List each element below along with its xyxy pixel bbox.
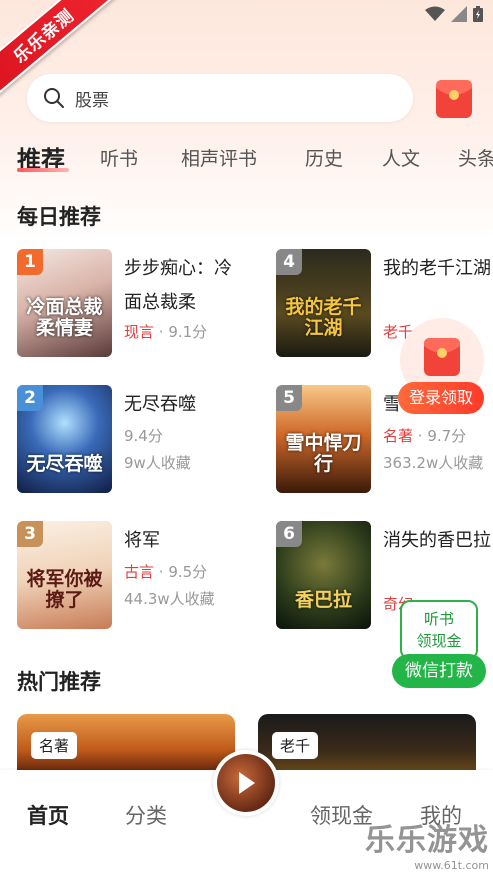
player-button[interactable] [213, 750, 279, 816]
search-placeholder: 股票 [75, 90, 109, 111]
rank-badge: 4 [276, 249, 302, 275]
book-cover: 雪中悍刀行 5 [276, 385, 371, 493]
tab-audiobook[interactable]: 听书 [100, 144, 138, 171]
hot-card-tag: 老千 [272, 732, 319, 759]
play-icon [239, 772, 255, 794]
book-title: 无尽吞噬 [124, 394, 196, 415]
rank-badge: 1 [17, 249, 43, 275]
book-title: 我的老千江湖 [383, 258, 491, 279]
tab-history[interactable]: 历史 [305, 144, 343, 171]
book-favorites: 9w人收藏 [124, 454, 191, 472]
red-envelope-icon[interactable] [432, 76, 476, 120]
hot-card[interactable]: 老千 [258, 714, 476, 774]
book-score: 9.4分 [124, 427, 163, 445]
book-cover: 冷面总裁柔情妻 1 [17, 249, 112, 357]
category-tabs: 推荐 听书 相声评书 历史 人文 头条 [0, 140, 493, 180]
watermark: 乐乐游戏 www.61t.com [365, 823, 489, 872]
search-input[interactable]: 股票 [27, 74, 413, 122]
book-favorites: 44.3w人收藏 [124, 590, 215, 608]
book-item[interactable]: 将军你被撩了 3 将军 古言 · 9.5分 44.3w人收藏 [17, 521, 247, 631]
login-reward-float[interactable]: 登录领取 [398, 318, 484, 414]
rank-badge: 5 [276, 385, 302, 411]
battery-icon [473, 6, 483, 22]
search-icon [44, 88, 64, 108]
tab-headlines[interactable]: 头条 [458, 144, 493, 171]
daily-section-title: 每日推荐 [17, 205, 101, 229]
tab-humanities[interactable]: 人文 [382, 144, 420, 171]
status-bar [425, 6, 483, 22]
nav-earn-cash[interactable]: 领现金 [310, 800, 373, 830]
hot-card-tag: 名著 [31, 732, 78, 759]
signal-icon [451, 6, 467, 22]
wechat-payout-button[interactable]: 微信打款 [392, 654, 486, 688]
hot-card[interactable]: 名著 [17, 714, 235, 774]
book-title: 消失的香巴拉 [383, 530, 491, 551]
red-envelope-icon [424, 338, 460, 376]
rank-badge: 2 [17, 385, 43, 411]
hot-section-title: 热门推荐 [17, 670, 101, 694]
book-meta: 现言 · 9.1分 [124, 323, 208, 341]
book-cover: 香巴拉 6 [276, 521, 371, 629]
book-cover: 将军你被撩了 3 [17, 521, 112, 629]
login-reward-button[interactable]: 登录领取 [398, 382, 484, 414]
book-cover: 无尽吞噬 2 [17, 385, 112, 493]
listen-cash-float[interactable]: 听书 领现金 微信打款 [392, 600, 486, 688]
book-meta: 古言 · 9.5分 [124, 563, 208, 581]
rank-badge: 3 [17, 521, 43, 547]
book-title: 将军 [124, 530, 160, 551]
book-cover: 我的老千江湖 4 [276, 249, 371, 357]
book-title: 步步痴心：冷面总裁柔 [124, 258, 232, 313]
wifi-icon [425, 6, 445, 21]
nav-category[interactable]: 分类 [125, 800, 167, 830]
tab-crosstalk[interactable]: 相声评书 [181, 144, 257, 171]
nav-home[interactable]: 首页 [27, 800, 69, 830]
book-item[interactable]: 无尽吞噬 2 无尽吞噬 9.4分 9w人收藏 [17, 385, 247, 495]
book-item[interactable]: 冷面总裁柔情妻 1 步步痴心：冷面总裁柔 现言 · 9.1分 [17, 249, 247, 359]
active-tab-indicator [17, 168, 69, 172]
book-favorites: 363.2w人收藏 [383, 454, 484, 472]
book-meta: 名著 · 9.7分 [383, 427, 467, 445]
rank-badge: 6 [276, 521, 302, 547]
